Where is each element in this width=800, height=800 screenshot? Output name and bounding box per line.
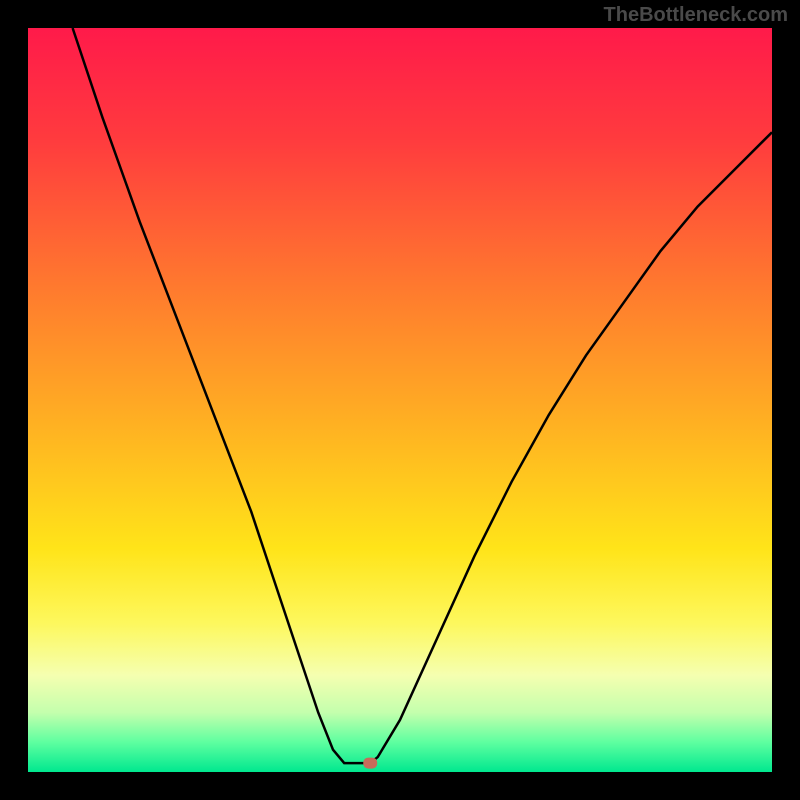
watermark: TheBottleneck.com bbox=[604, 4, 788, 27]
plot-background bbox=[28, 28, 772, 772]
optimal-marker bbox=[363, 758, 377, 769]
bottleneck-chart bbox=[0, 0, 800, 800]
chart-container: TheBottleneck.com bbox=[0, 0, 800, 800]
